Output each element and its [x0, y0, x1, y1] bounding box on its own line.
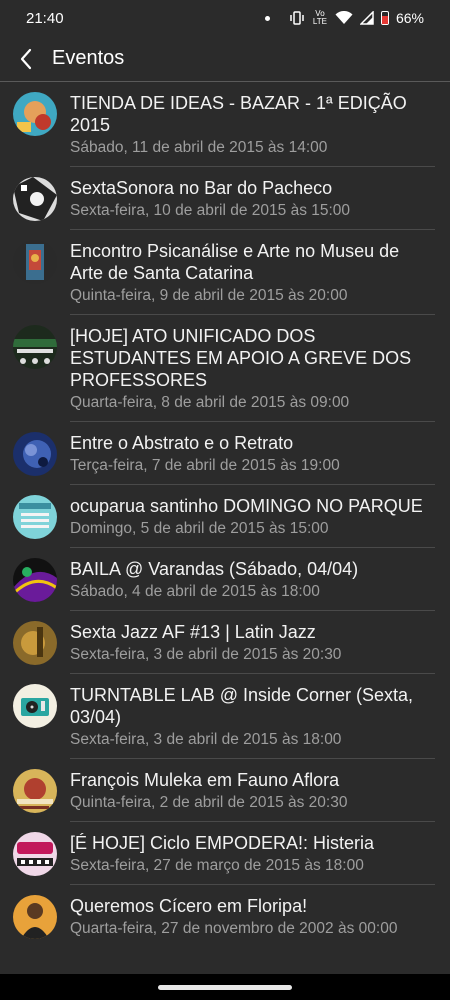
- navigation-bar: [0, 974, 450, 1000]
- home-gesture-handle[interactable]: [158, 984, 292, 990]
- event-date: Quinta-feira, 2 de abril de 2015 às 20:3…: [70, 794, 348, 811]
- event-item[interactable]: [É HOJE] Ciclo EMPODERA!: Histeria Sexta…: [0, 822, 450, 885]
- event-title: Sexta Jazz AF #13 | Latin Jazz: [70, 622, 316, 642]
- page-title: Eventos: [52, 47, 125, 69]
- back-arrow-icon: [20, 48, 32, 69]
- event-avatar: [13, 92, 57, 136]
- event-item[interactable]: TIENDA DE IDEAS - BAZAR - 1ª EDIÇÃO 2015…: [0, 82, 450, 167]
- notification-dot-icon: [264, 15, 270, 21]
- event-item[interactable]: Sexta Jazz AF #13 | Latin Jazz Sexta-fei…: [0, 611, 450, 674]
- signal-icon: [359, 11, 374, 25]
- event-date: Sexta-feira, 10 de abril de 2015 às 15:0…: [70, 202, 351, 219]
- event-date: Sábado, 4 de abril de 2015 às 18:00: [70, 583, 320, 600]
- event-avatar: [13, 621, 57, 665]
- event-date: Sábado, 11 de abril de 2015 às 14:00: [70, 139, 328, 156]
- event-date: Terça-feira, 7 de abril de 2015 às 19:00: [70, 457, 340, 474]
- battery-icon: [380, 11, 389, 25]
- event-avatar: [13, 558, 57, 602]
- event-item[interactable]: Encontro Psicanálise e Arte no Museu de …: [0, 230, 450, 315]
- event-item[interactable]: [HOJE] ATO UNIFICADO DOS ESTUDANTES EM A…: [0, 315, 450, 422]
- wifi-icon: [335, 11, 353, 24]
- event-date: Sexta-feira, 3 de abril de 2015 às 20:30: [70, 646, 342, 663]
- event-avatar: [13, 432, 57, 476]
- event-avatar: [13, 769, 57, 813]
- event-title: SextaSonora no Bar do Pacheco: [70, 178, 333, 198]
- event-title: Encontro Psicanálise e Arte no Museu de …: [70, 241, 400, 283]
- vibrate-icon: [290, 11, 304, 25]
- status-time: 21:40: [26, 9, 64, 27]
- event-avatar: [13, 325, 57, 369]
- event-title: ocuparua santinho DOMINGO NO PARQUE: [70, 496, 423, 516]
- event-title: [É HOJE] Ciclo EMPODERA!: Histeria: [70, 833, 375, 853]
- status-icons: Vo LTE 66%: [264, 9, 424, 26]
- event-date: Quarta-feira, 8 de abril de 2015 às 09:0…: [70, 394, 350, 411]
- events-list: TIENDA DE IDEAS - BAZAR - 1ª EDIÇÃO 2015…: [0, 82, 450, 947]
- event-date: Domingo, 5 de abril de 2015 às 15:00: [70, 520, 329, 537]
- event-date: Quinta-feira, 9 de abril de 2015 às 20:0…: [70, 287, 348, 304]
- event-avatar: [13, 832, 57, 876]
- event-avatar: [13, 495, 57, 539]
- volte-icon: Vo LTE: [312, 9, 327, 26]
- event-item[interactable]: Queremos Cícero em Floripa! Quarta-feira…: [0, 885, 450, 947]
- battery-level: 66%: [395, 10, 424, 26]
- event-title: Entre o Abstrato e o Retrato: [70, 433, 294, 453]
- event-avatar: [13, 240, 57, 284]
- event-avatar: [13, 895, 57, 939]
- event-item[interactable]: BAILA @ Varandas (Sábado, 04/04) Sábado,…: [0, 548, 450, 611]
- status-bar: 21:40 Vo LTE 66%: [0, 0, 450, 36]
- event-title: TIENDA DE IDEAS - BAZAR - 1ª EDIÇÃO 2015: [70, 93, 407, 135]
- event-item[interactable]: TURNTABLE LAB @ Inside Corner (Sexta, 03…: [0, 674, 450, 759]
- event-title: TURNTABLE LAB @ Inside Corner (Sexta, 03…: [70, 685, 414, 727]
- back-button[interactable]: [0, 36, 52, 82]
- event-title: Queremos Cícero em Floripa!: [70, 896, 308, 916]
- event-item[interactable]: Entre o Abstrato e o Retrato Terça-feira…: [0, 422, 450, 485]
- event-title: François Muleka em Fauno Aflora: [70, 770, 340, 790]
- event-item[interactable]: ocuparua santinho DOMINGO NO PARQUE Domi…: [0, 485, 450, 548]
- event-item[interactable]: François Muleka em Fauno Aflora Quinta-f…: [0, 759, 450, 822]
- event-title: [HOJE] ATO UNIFICADO DOS ESTUDANTES EM A…: [70, 326, 412, 390]
- event-avatar: [13, 684, 57, 728]
- event-date: Quarta-feira, 27 de novembro de 2002 às …: [70, 920, 398, 937]
- event-date: Sexta-feira, 27 de março de 2015 às 18:0…: [70, 857, 364, 874]
- event-avatar: [13, 177, 57, 221]
- event-item[interactable]: SextaSonora no Bar do Pacheco Sexta-feir…: [0, 167, 450, 230]
- event-title: BAILA @ Varandas (Sábado, 04/04): [70, 559, 359, 579]
- event-date: Sexta-feira, 3 de abril de 2015 às 18:00: [70, 731, 342, 748]
- app-bar: Eventos: [0, 36, 450, 82]
